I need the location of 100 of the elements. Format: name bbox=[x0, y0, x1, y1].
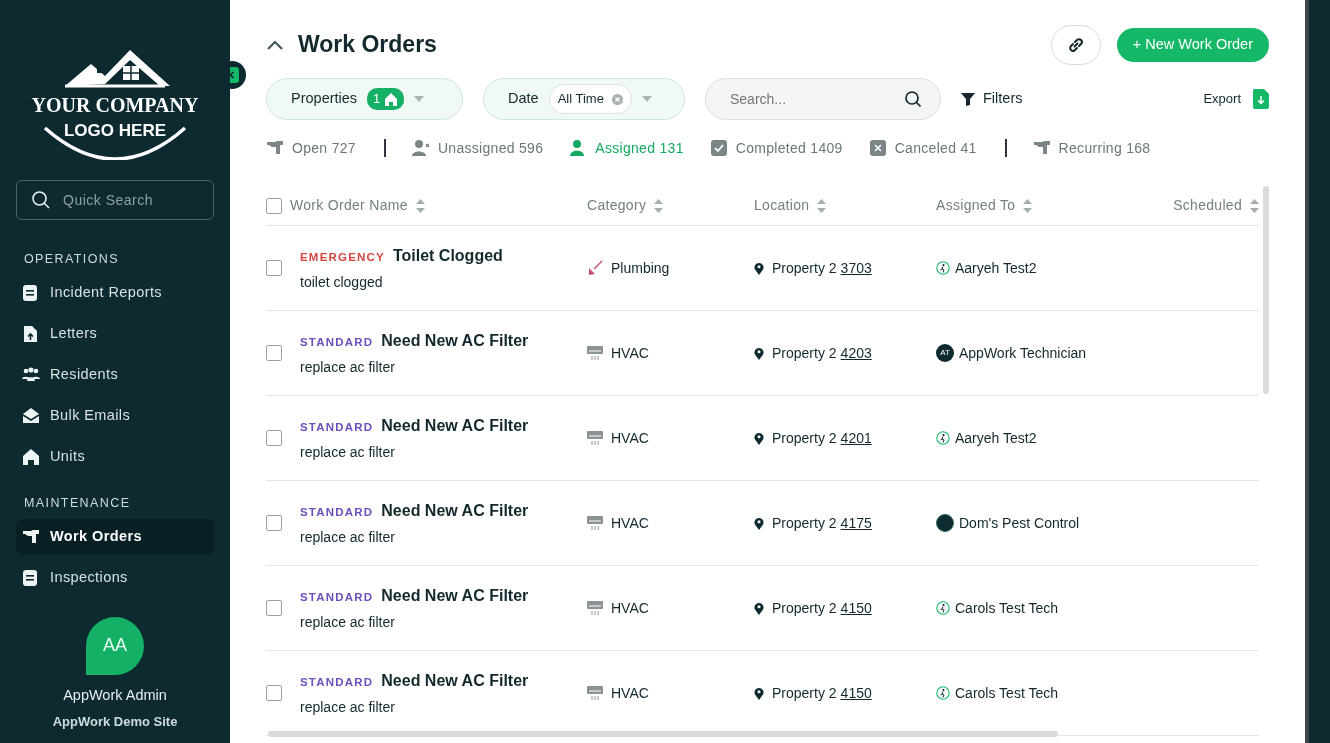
clear-icon bbox=[611, 93, 623, 105]
row-checkbox[interactable] bbox=[266, 260, 282, 276]
sidebar-item[interactable]: Incident Reports bbox=[16, 274, 214, 311]
column-header[interactable]: Assigned To bbox=[936, 195, 1016, 216]
row-checkbox[interactable] bbox=[266, 430, 282, 446]
unit-link[interactable]: 4175 bbox=[840, 512, 872, 534]
unit-link[interactable]: 4150 bbox=[840, 597, 872, 619]
status-tab[interactable]: Unassigned 596 bbox=[411, 137, 544, 159]
property-count-badge: 1 bbox=[367, 88, 405, 110]
user-remove-icon bbox=[411, 139, 430, 157]
work-order-description: replace ac filter bbox=[300, 697, 396, 717]
sidebar-item[interactable]: Residents bbox=[16, 356, 214, 393]
location-pin-icon bbox=[754, 686, 764, 700]
horizontal-scrollbar[interactable] bbox=[268, 731, 1058, 737]
document-icon bbox=[22, 568, 40, 587]
work-order-description: replace ac filter bbox=[300, 612, 396, 632]
location-pin-icon bbox=[754, 261, 764, 275]
cancel-icon bbox=[868, 139, 887, 157]
row-checkbox[interactable] bbox=[266, 685, 282, 701]
row-checkbox[interactable] bbox=[266, 345, 282, 361]
assignee-name: AppWork Technician bbox=[959, 343, 1087, 363]
sidebar-item[interactable]: Units bbox=[16, 438, 214, 475]
work-order-title[interactable]: Need New AC Filter bbox=[381, 583, 529, 608]
air-conditioner-icon bbox=[587, 430, 603, 446]
unit-link[interactable]: 4201 bbox=[840, 427, 872, 449]
envelope-icon bbox=[22, 406, 40, 425]
search-box[interactable]: Search... bbox=[705, 78, 941, 120]
work-order-title[interactable]: Need New AC Filter bbox=[381, 668, 529, 693]
file-download-icon bbox=[1253, 89, 1269, 109]
row-checkbox[interactable] bbox=[266, 600, 282, 616]
export-button[interactable]: Export bbox=[1203, 89, 1269, 109]
assignee-name: Dom's Pest Control bbox=[959, 513, 1080, 533]
house-icon bbox=[384, 92, 399, 106]
section-heading: MAINTENANCE bbox=[24, 494, 132, 512]
category-text: HVAC bbox=[611, 598, 649, 618]
sidebar-item[interactable]: Work Orders bbox=[16, 518, 214, 555]
status-tab[interactable]: Open 727 bbox=[266, 137, 356, 159]
sidebar-item[interactable]: Letters bbox=[16, 315, 214, 352]
work-order-title[interactable]: Need New AC Filter bbox=[381, 328, 529, 353]
sidebar-item[interactable]: Bulk Emails bbox=[16, 397, 214, 434]
technician-icon bbox=[936, 686, 950, 700]
file-upload-icon bbox=[22, 324, 40, 343]
column-header[interactable]: Category bbox=[587, 195, 647, 216]
house-icon bbox=[22, 447, 40, 466]
sidebar-item[interactable]: Inspections bbox=[16, 559, 214, 596]
assignee-name: Aaryeh Test2 bbox=[955, 428, 1037, 448]
date-chip[interactable]: All Time bbox=[548, 84, 632, 114]
status-tab[interactable]: Completed 1409 bbox=[709, 137, 843, 159]
search-field[interactable]: Search... bbox=[728, 87, 904, 111]
priority-label: EMERGENCY bbox=[300, 249, 385, 265]
work-order-description: replace ac filter bbox=[300, 527, 396, 547]
category-text: HVAC bbox=[611, 683, 649, 703]
sort-icon bbox=[415, 197, 425, 214]
status-tab[interactable]: Canceled 41 bbox=[868, 137, 977, 159]
air-conditioner-icon bbox=[587, 345, 603, 361]
quick-search-box[interactable]: Quick Search bbox=[16, 180, 214, 220]
select-all-checkbox[interactable] bbox=[266, 197, 282, 214]
document-icon bbox=[22, 283, 40, 302]
tool-icon bbox=[22, 527, 40, 546]
category-text: HVAC bbox=[611, 343, 649, 363]
copy-link-button[interactable] bbox=[1050, 25, 1101, 65]
location-text: Property 2 bbox=[772, 598, 837, 618]
priority-label: STANDARD bbox=[300, 674, 374, 690]
unit-link[interactable]: 4150 bbox=[840, 682, 872, 704]
filter-label: Date bbox=[508, 89, 539, 109]
unit-link[interactable]: 3703 bbox=[840, 257, 872, 279]
caret-down-icon bbox=[641, 95, 652, 103]
properties-filter[interactable]: Properties 1 bbox=[266, 78, 463, 120]
work-order-title[interactable]: Toilet Clogged bbox=[392, 243, 503, 268]
location-text: Property 2 bbox=[772, 343, 837, 363]
unit-link[interactable]: 4203 bbox=[840, 342, 872, 364]
location-pin-icon bbox=[754, 431, 764, 445]
column-header[interactable]: Location bbox=[754, 195, 810, 216]
user-name: AppWork Admin bbox=[63, 685, 167, 705]
work-order-title[interactable]: Need New AC Filter bbox=[381, 498, 529, 523]
page-title: Work Orders bbox=[298, 31, 437, 59]
funnel-icon bbox=[961, 92, 975, 106]
search-icon bbox=[31, 190, 51, 210]
people-icon bbox=[22, 365, 40, 384]
technician-icon bbox=[936, 261, 950, 275]
quick-search-field[interactable]: Quick Search bbox=[61, 188, 181, 212]
sort-icon bbox=[654, 197, 664, 214]
air-conditioner-icon bbox=[587, 685, 603, 701]
column-header[interactable]: Work Order Name bbox=[290, 195, 408, 216]
work-order-description: replace ac filter bbox=[300, 357, 396, 377]
search-icon bbox=[904, 90, 922, 108]
date-filter[interactable]: Date All Time bbox=[483, 78, 685, 120]
work-order-title[interactable]: Need New AC Filter bbox=[381, 413, 529, 438]
assignee-name: Carols Test Tech bbox=[955, 683, 1058, 703]
column-header[interactable]: Scheduled bbox=[1173, 195, 1242, 216]
technician-icon bbox=[936, 601, 950, 615]
company-logo: YOUR COMPANY LOGO HERE bbox=[25, 30, 205, 160]
filters-button[interactable]: Filters bbox=[961, 88, 1023, 110]
collapse-button[interactable] bbox=[266, 39, 284, 51]
vertical-scrollbar[interactable] bbox=[1263, 186, 1269, 394]
location-text: Property 2 bbox=[772, 428, 837, 448]
assignee-name: Carols Test Tech bbox=[955, 598, 1058, 618]
row-checkbox[interactable] bbox=[266, 515, 282, 531]
status-tab[interactable]: Recurring 168 bbox=[1032, 137, 1151, 159]
plunger-icon bbox=[587, 260, 603, 276]
